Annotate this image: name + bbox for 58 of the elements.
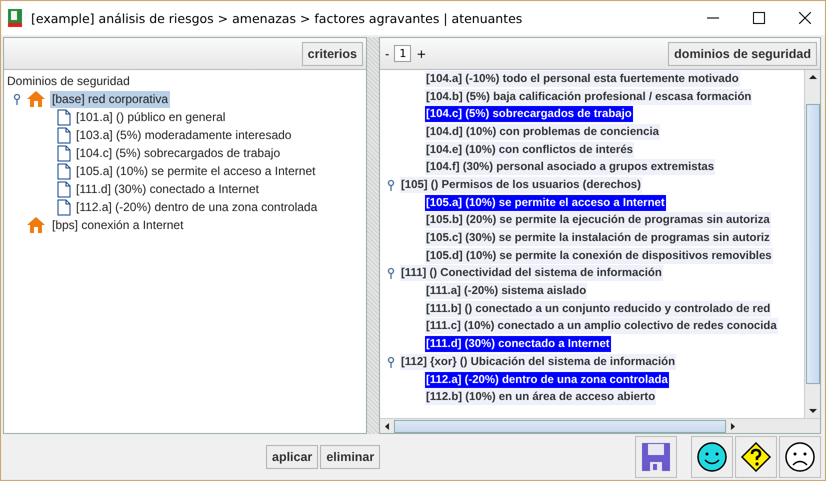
- smiley-button[interactable]: [691, 436, 733, 478]
- increment-button[interactable]: +: [414, 46, 428, 60]
- document-icon: [57, 180, 71, 198]
- tree-node[interactable]: [bps] conexión a Internet: [50, 216, 186, 234]
- criteria-button[interactable]: criterios: [302, 42, 363, 66]
- tree-item[interactable]: [112.b] (10%) en un área de acceso abierto: [425, 389, 656, 406]
- maximize-icon[interactable]: [753, 12, 765, 24]
- tree-item[interactable]: [111.a] (-20%) sistema aislado: [425, 283, 588, 300]
- tree-item[interactable]: [105.a] (10%) se permite el acceso a Internet: [425, 194, 666, 211]
- help-button[interactable]: [735, 436, 777, 478]
- tree-item[interactable]: [105.c] (30%) se permite la instalación de programas sin autoriz: [425, 230, 771, 246]
- document-icon: [57, 162, 71, 180]
- tree-leaf[interactable]: [103.a] (5%) moderadamente interesado: [74, 126, 294, 144]
- tree-item[interactable]: [104.c] (5%) sobrecargados de trabajo: [425, 106, 633, 122]
- vertical-scrollbar[interactable]: [804, 70, 820, 418]
- horizontal-scrollbar[interactable]: [380, 418, 820, 433]
- tree-item[interactable]: [112.a] (-20%) dentro de una zona controlada: [425, 372, 669, 388]
- tree-group[interactable]: [112] {xor} () Ubicación del sistema de información: [400, 354, 676, 370]
- decrement-button[interactable]: -: [383, 46, 392, 60]
- tree-item[interactable]: [111.b] () conectado a un conjunto reducido y controlado de red: [425, 300, 772, 317]
- tree-leaf[interactable]: [112.a] (-20%) dentro de una zona controlada: [74, 198, 320, 216]
- page-field[interactable]: 1: [394, 45, 412, 62]
- tree-item[interactable]: [104.d] (10%) con problemas de conciencia: [425, 124, 660, 140]
- tree-node[interactable]: [base] red corporativa: [50, 90, 170, 108]
- tree-leaf[interactable]: [111.d] (30%) conectado a Internet: [74, 180, 262, 198]
- tree-item[interactable]: [111.d] (30%) conectado a Internet: [425, 336, 611, 352]
- tree-group[interactable]: [111] () Conectividad del sistema de información: [400, 265, 663, 282]
- tree-item[interactable]: [105.d] (10%) se permite la conexión de dispositivos removibles: [425, 248, 773, 264]
- document-icon: [57, 126, 71, 144]
- tree-item[interactable]: [105.b] (20%) se permite la ejecución de programas sin autoriza: [425, 212, 771, 228]
- expand-handle-icon[interactable]: [12, 93, 22, 105]
- tree-item[interactable]: [104.b] (5%) baja calificación profesional / escasa formación: [425, 88, 752, 105]
- tree-group[interactable]: [105] () Permisos de los usuarios (derechos): [400, 176, 642, 193]
- expand-handle-icon[interactable]: [386, 356, 396, 368]
- security-domains-button[interactable]: dominios de seguridad: [668, 42, 817, 66]
- tree-item[interactable]: [111.c] (10%) conectado a un amplio colectivo de redes conocida: [425, 318, 778, 334]
- tree-item[interactable]: [104.a] (-10%) todo el personal esta fuertemente motivado: [425, 70, 740, 87]
- document-icon: [57, 198, 71, 216]
- action-button[interactable]: aplicar: [266, 445, 318, 469]
- document-icon: [57, 144, 71, 162]
- expand-handle-icon[interactable]: [386, 178, 396, 191]
- tree-item[interactable]: [104.e] (10%) con conflictos de interés: [425, 142, 634, 158]
- tree-leaf[interactable]: [104.c] (5%) sobrecargados de trabajo: [74, 144, 282, 162]
- window-title: [example] análisis de riesgos > amenazas > factores agravantes | atenuantes: [31, 10, 522, 26]
- splitter-handle[interactable]: [367, 37, 379, 434]
- app-icon: [7, 8, 25, 28]
- tree-leaf[interactable]: [101.a] () público en general: [74, 108, 228, 126]
- expand-handle-icon[interactable]: [386, 267, 396, 280]
- sad-face-button[interactable]: [779, 436, 821, 478]
- tree-item[interactable]: [104.f] (30%) personal asociado a grupos extremistas: [425, 159, 716, 176]
- action-button[interactable]: eliminar: [320, 445, 380, 469]
- house-icon: [26, 90, 46, 108]
- document-icon: [57, 108, 71, 126]
- save-button[interactable]: [635, 436, 677, 478]
- close-icon[interactable]: [799, 12, 811, 24]
- tree-root-label: Dominios de seguridad: [7, 73, 131, 90]
- tree-leaf[interactable]: [105.a] (10%) se permite el acceso a Internet: [74, 162, 318, 180]
- house-icon: [26, 216, 46, 234]
